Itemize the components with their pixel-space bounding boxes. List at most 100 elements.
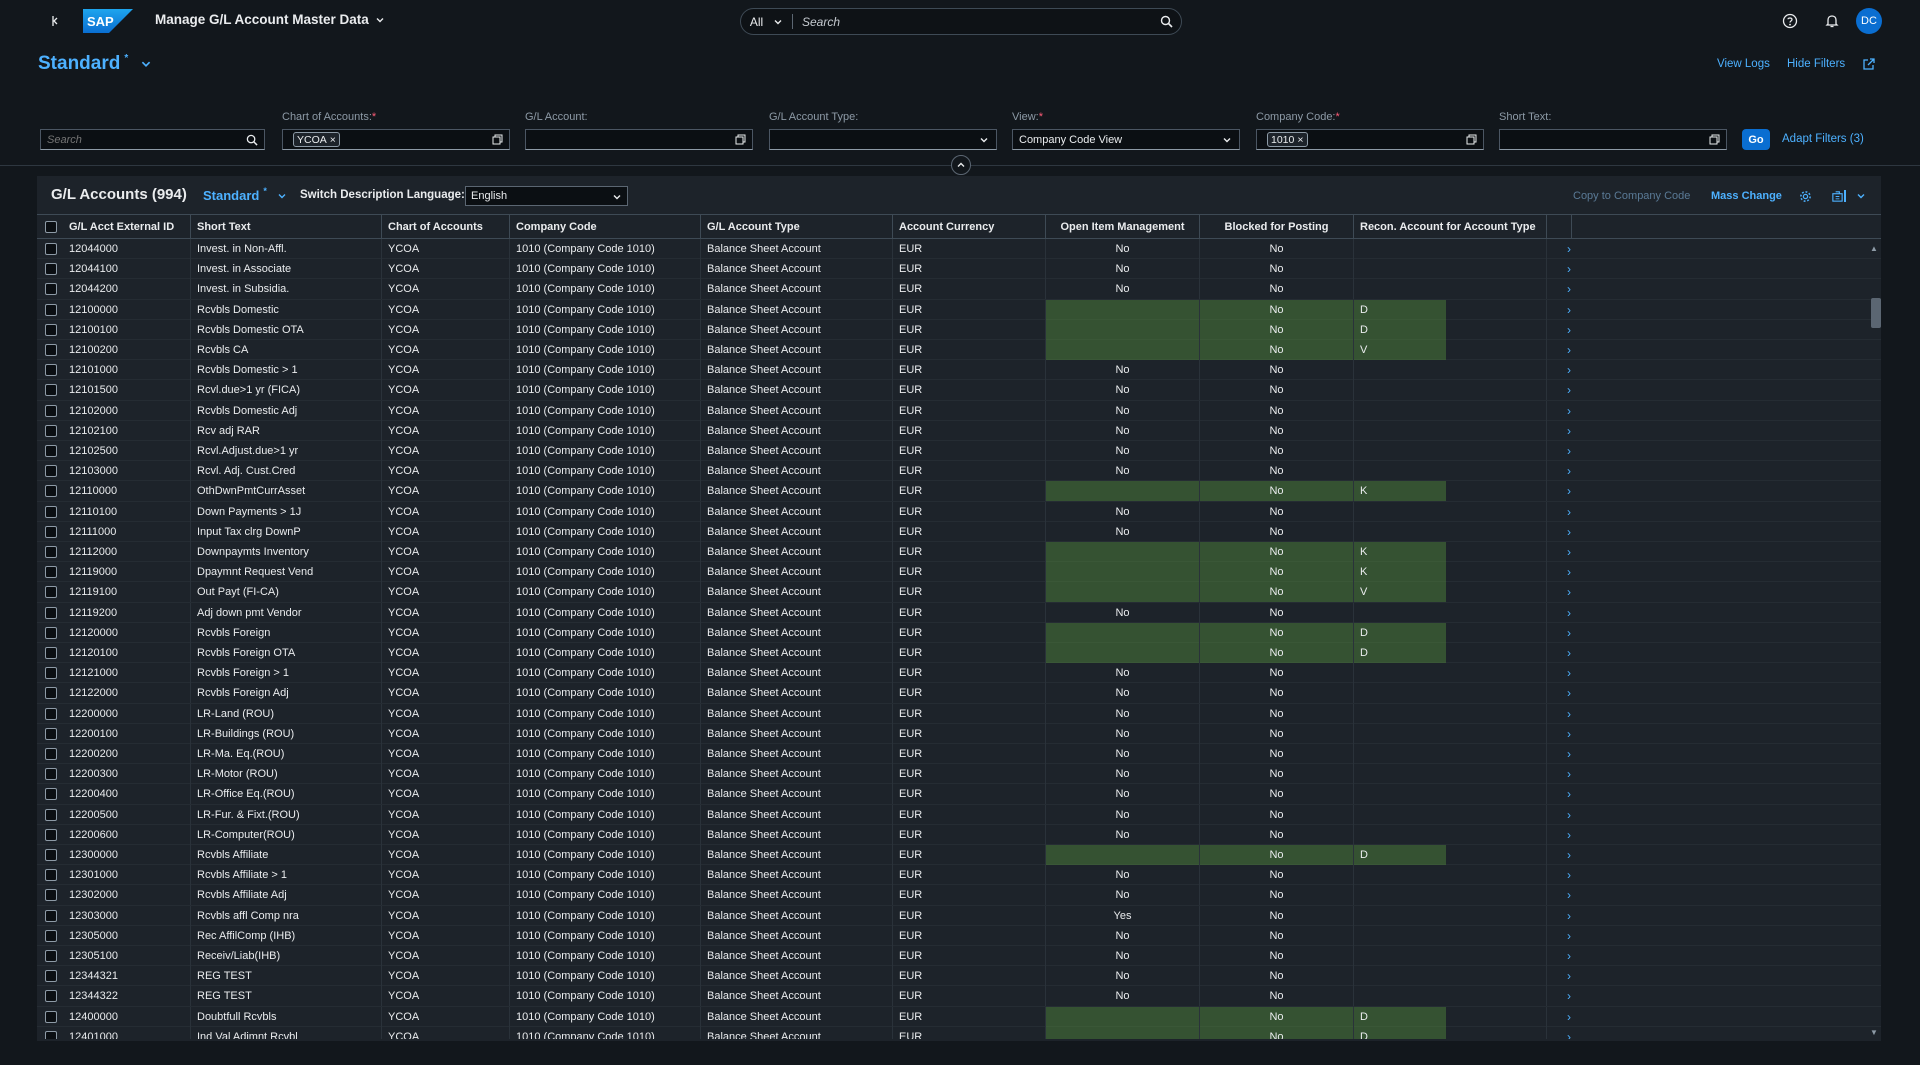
column-header-company-code[interactable]: Company Code xyxy=(510,215,701,239)
table-row[interactable]: 12120000 Rcvbls Foreign YCOA 1010 (Company … xyxy=(37,622,1881,643)
row-checkbox[interactable] xyxy=(45,626,57,639)
table-row[interactable]: 12200400 LR-Office Eq.(ROU) YCOA 1010 (Comp… xyxy=(37,784,1881,805)
table-variant-selector[interactable]: Standard * xyxy=(203,186,287,203)
column-header-recon-account[interactable]: Recon. Account for Account Type xyxy=(1354,215,1547,239)
row-navigation-icon[interactable]: › xyxy=(1554,845,1584,865)
row-navigation-icon[interactable]: › xyxy=(1554,744,1584,764)
filter-search-input[interactable] xyxy=(41,133,240,146)
table-row[interactable]: 12119200 Adj down pmt Vendor YCOA 1010 (Com… xyxy=(37,602,1881,623)
row-navigation-icon[interactable]: › xyxy=(1554,279,1584,299)
row-navigation-icon[interactable]: › xyxy=(1554,906,1584,926)
table-row[interactable]: 12200200 LR-Ma. Eq.(ROU) YCOA 1010 (Company… xyxy=(37,744,1881,765)
table-row[interactable]: 12120100 Rcvbls Foreign OTA YCOA 1010 (Comp… xyxy=(37,643,1881,664)
row-navigation-icon[interactable]: › xyxy=(1554,603,1584,623)
row-checkbox[interactable] xyxy=(45,424,57,437)
row-navigation-icon[interactable]: › xyxy=(1554,582,1584,602)
row-checkbox[interactable] xyxy=(45,364,57,377)
vertical-scrollbar[interactable]: ▲ ▼ xyxy=(1868,244,1881,1037)
table-row[interactable]: 12110000 OthDwnPmtCurrAsset YCOA 1010 (Comp… xyxy=(37,481,1881,502)
go-button[interactable]: Go xyxy=(1742,129,1770,150)
page-variant-selector[interactable]: Standard * xyxy=(38,53,152,75)
row-navigation-icon[interactable]: › xyxy=(1554,724,1584,744)
table-row[interactable]: 12200100 LR-Buildings (ROU) YCOA 1010 (Comp… xyxy=(37,723,1881,744)
row-navigation-icon[interactable]: › xyxy=(1554,421,1584,441)
table-row[interactable]: 12112000 Downpaymts Inventory YCOA 1010 (Co… xyxy=(37,542,1881,563)
row-checkbox[interactable] xyxy=(45,889,57,902)
table-row[interactable]: 12305100 Receiv/Liab(IHB) YCOA 1010 (Compan… xyxy=(37,946,1881,967)
row-navigation-icon[interactable]: › xyxy=(1554,259,1584,279)
scroll-up-icon[interactable]: ▲ xyxy=(1870,244,1878,253)
global-search-input[interactable] xyxy=(793,14,1151,29)
table-row[interactable]: 12102000 Rcvbls Domestic Adj YCOA 1010 (Com… xyxy=(37,400,1881,421)
row-checkbox[interactable] xyxy=(45,525,57,538)
chevron-down-icon[interactable] xyxy=(1215,130,1239,149)
column-header-open-item-management[interactable]: Open Item Management xyxy=(1046,215,1200,239)
value-help-icon[interactable] xyxy=(1702,130,1726,149)
row-navigation-icon[interactable]: › xyxy=(1554,663,1584,683)
table-row[interactable]: 12305000 Rec AffilComp (IHB) YCOA 1010 (Com… xyxy=(37,925,1881,946)
column-header-account-currency[interactable]: Account Currency xyxy=(893,215,1046,239)
row-checkbox[interactable] xyxy=(45,647,57,659)
table-row[interactable]: 12400000 Doubtfull Rcvbls YCOA 1010 (Compan… xyxy=(37,1006,1881,1027)
row-navigation-icon[interactable]: › xyxy=(1554,784,1584,804)
company-code-token[interactable]: 1010 × xyxy=(1267,132,1308,147)
search-scope-select[interactable]: All xyxy=(741,14,793,29)
row-checkbox[interactable] xyxy=(45,667,57,680)
row-navigation-icon[interactable]: › xyxy=(1554,865,1584,885)
row-checkbox[interactable] xyxy=(45,727,57,740)
row-navigation-icon[interactable]: › xyxy=(1554,623,1584,643)
search-icon[interactable] xyxy=(1151,9,1181,34)
scrollbar-thumb[interactable] xyxy=(1871,298,1881,328)
row-navigation-icon[interactable]: › xyxy=(1554,885,1584,905)
table-row[interactable]: 12101000 Rcvbls Domestic > 1 YCOA 1010 (Com… xyxy=(37,360,1881,381)
row-navigation-icon[interactable]: › xyxy=(1554,360,1584,380)
view-logs-link[interactable]: View Logs xyxy=(1717,58,1770,70)
adapt-filters-button[interactable]: Adapt Filters (3) xyxy=(1782,133,1864,145)
table-row[interactable]: 12102500 Rcvl.Adjust.due>1 yr YCOA 1010 (Co… xyxy=(37,441,1881,462)
table-row[interactable]: 12300000 Rcvbls Affiliate YCOA 1010 (Compan… xyxy=(37,845,1881,866)
table-row[interactable]: 12103000 Rcvl. Adj. Cust.Cred YCOA 1010 (Co… xyxy=(37,461,1881,482)
value-help-icon[interactable] xyxy=(1459,130,1483,149)
chevron-down-icon[interactable] xyxy=(1854,189,1868,203)
row-checkbox[interactable] xyxy=(45,303,57,316)
row-navigation-icon[interactable]: › xyxy=(1554,986,1584,1006)
value-help-icon[interactable] xyxy=(485,130,509,149)
table-row[interactable]: 12044100 Invest. in Associate YCOA 1010 (Co… xyxy=(37,259,1881,280)
row-navigation-icon[interactable]: › xyxy=(1554,805,1584,825)
row-checkbox[interactable] xyxy=(45,404,57,417)
table-row[interactable]: 12111000 Input Tax clrg DownP YCOA 1010 (Co… xyxy=(37,521,1881,542)
table-row[interactable]: 12301000 Rcvbls Affiliate > 1 YCOA 1010 (Co… xyxy=(37,865,1881,886)
table-row[interactable]: 12100100 Rcvbls Domestic OTA YCOA 1010 (Com… xyxy=(37,319,1881,340)
table-row[interactable]: 12401000 Ind Val Adjmnt Rcvbl YCOA 1010 (Co… xyxy=(37,1026,1881,1039)
row-navigation-icon[interactable]: › xyxy=(1554,340,1584,360)
row-checkbox[interactable] xyxy=(45,344,57,356)
collapse-header-button[interactable] xyxy=(951,155,971,175)
settings-icon[interactable] xyxy=(1798,189,1812,203)
row-checkbox[interactable] xyxy=(45,384,57,397)
row-checkbox[interactable] xyxy=(45,546,57,558)
table-row[interactable]: 12344321 REG TEST YCOA 1010 (Company Code 1… xyxy=(37,966,1881,987)
table-row[interactable]: 12200000 LR-Land (ROU) YCOA 1010 (Company C… xyxy=(37,703,1881,724)
row-checkbox[interactable] xyxy=(45,970,57,983)
app-title[interactable]: Manage G/L Account Master Data xyxy=(155,12,385,27)
row-checkbox[interactable] xyxy=(45,263,57,276)
row-checkbox[interactable] xyxy=(45,465,57,478)
row-navigation-icon[interactable]: › xyxy=(1554,239,1584,259)
row-checkbox[interactable] xyxy=(45,748,57,760)
row-navigation-icon[interactable]: › xyxy=(1554,825,1584,845)
row-checkbox[interactable] xyxy=(45,606,57,619)
gl-account-type-select[interactable] xyxy=(769,129,997,150)
view-select[interactable]: Company Code View xyxy=(1012,129,1240,150)
value-help-icon[interactable] xyxy=(728,130,752,149)
table-row[interactable]: 12121000 Rcvbls Foreign > 1 YCOA 1010 (Comp… xyxy=(37,663,1881,684)
table-row[interactable]: 12044000 Invest. in Non-Affl. YCOA 1010 (Co… xyxy=(37,239,1881,260)
row-navigation-icon[interactable]: › xyxy=(1554,764,1584,784)
scroll-down-icon[interactable]: ▼ xyxy=(1870,1028,1878,1037)
user-avatar[interactable]: DC xyxy=(1856,8,1882,34)
row-checkbox[interactable] xyxy=(45,828,57,841)
row-checkbox[interactable] xyxy=(45,586,57,599)
row-navigation-icon[interactable]: › xyxy=(1554,643,1584,663)
table-row[interactable]: 12119000 Dpaymnt Request Vend YCOA 1010 (Co… xyxy=(37,562,1881,583)
select-all-checkbox[interactable] xyxy=(45,221,57,233)
row-navigation-icon[interactable]: › xyxy=(1554,481,1584,501)
